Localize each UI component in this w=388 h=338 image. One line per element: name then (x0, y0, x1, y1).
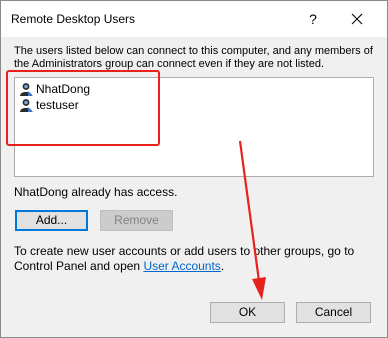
annotation-arrow (238, 140, 266, 300)
